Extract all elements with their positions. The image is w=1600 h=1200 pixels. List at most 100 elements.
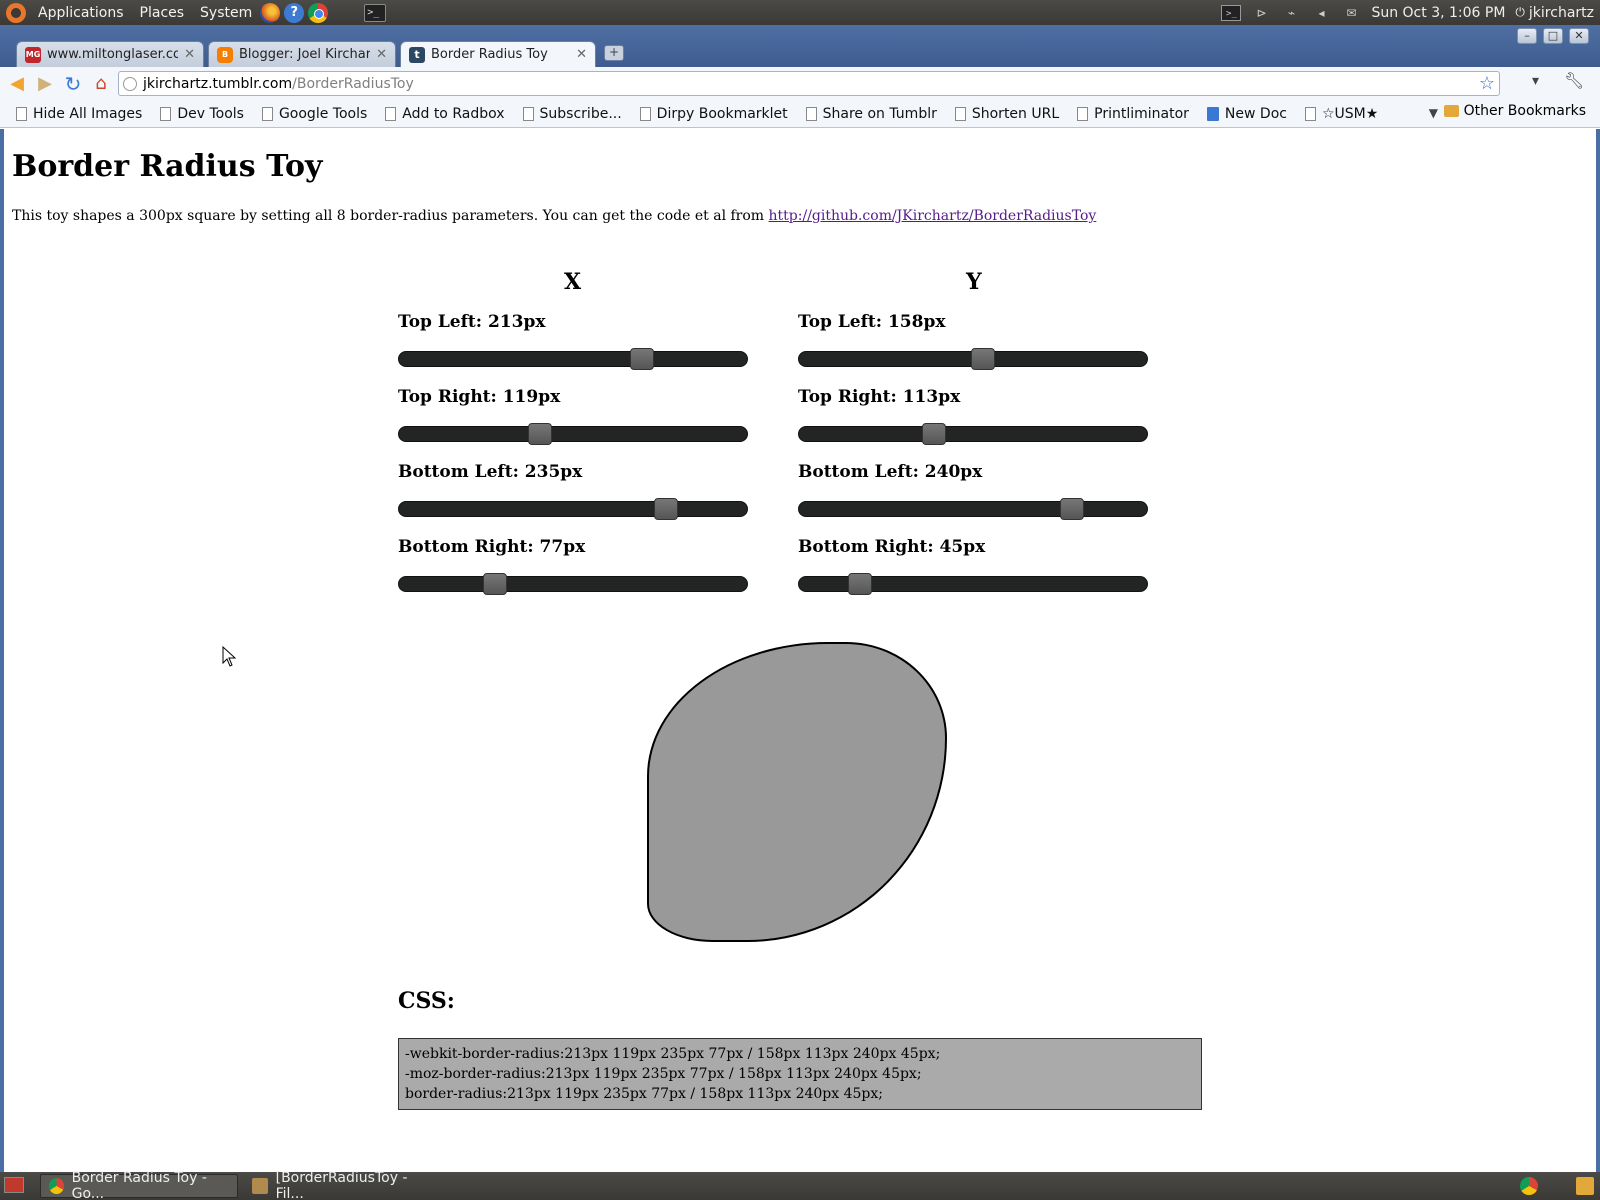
x-bottom-left-label: Bottom Left: 235px [398,462,583,482]
ubuntu-logo-icon[interactable] [6,2,26,23]
volume-icon[interactable]: ◂ [1311,5,1331,21]
y-bottom-left-slider[interactable] [798,498,1148,520]
slider-thumb[interactable] [630,348,655,370]
bottom-panel: Border Radius Toy - Go... [BorderRadiusT… [0,1170,1600,1200]
y-bottom-right-slider[interactable] [798,573,1148,595]
forward-arrow-icon[interactable]: ▶ [34,73,56,95]
slider-thumb[interactable] [528,423,553,445]
bookmark-label: Add to Radbox [402,105,505,122]
network-icon[interactable]: ⌁ [1281,5,1301,21]
y-bottom-left-label: Bottom Left: 240px [798,462,983,482]
minimize-icon[interactable]: – [1517,28,1537,44]
top-panel: Applications Places System ? >_ >_ ⊳ ⌁ ◂… [0,0,1600,25]
tab-blogger[interactable]: B Blogger: Joel Kirchart... ✕ [208,41,396,67]
chrome-workspace-icon[interactable] [1520,1177,1538,1195]
x-top-left-slider[interactable] [398,348,748,370]
x-top-right-label: Top Right: 119px [398,387,561,407]
bookmark-dirpy[interactable]: Dirpy Bookmarklet [639,106,788,122]
bookmarks-overflow-icon[interactable]: ▼ [1429,106,1438,120]
page-icon [261,106,273,121]
y-top-right-slider[interactable] [798,423,1148,445]
x-bottom-left-slider[interactable] [398,498,748,520]
page-icon [805,106,817,121]
terminal-icon[interactable]: >_ [364,3,387,22]
wrench-icon[interactable]: 🔧︎ [1564,71,1584,90]
intro-paragraph: This toy shapes a 300px square by settin… [12,208,1096,224]
power-icon[interactable]: ⏻ [1515,5,1525,20]
bookmark-label: Printliminator [1094,105,1189,122]
blogger-favicon: B [217,46,233,63]
tab-miltonglaser[interactable]: MG www.miltonglaser.co... ✕ [16,41,204,67]
places-menu[interactable]: Places [136,5,189,21]
bookmark-label: Hide All Images [33,105,143,122]
bookmark-dev-tools[interactable]: Dev Tools [160,106,244,122]
slider-thumb[interactable] [921,423,946,445]
chrome-icon[interactable] [308,2,329,23]
x-bottom-right-slider[interactable] [398,573,748,595]
bookmark-usm[interactable]: ☆USM★ [1304,106,1378,122]
tab-title: Blogger: Joel Kirchart... [239,47,371,62]
x-column-heading: X [564,269,582,295]
bookmark-share-on-tumblr[interactable]: Share on Tumblr [805,105,937,122]
firefox-icon[interactable] [260,2,281,23]
bookmark-label: Share on Tumblr [822,105,937,122]
maximize-icon[interactable]: □ [1543,28,1563,44]
bookmark-new-doc[interactable]: New Doc [1206,106,1287,122]
close-tab-icon[interactable]: ✕ [576,47,587,62]
x-top-left-label: Top Left: 213px [398,312,546,332]
bookmark-subscribe[interactable]: Subscribe... [522,106,622,122]
page-menu-icon[interactable]: ▾ [1532,73,1539,89]
bookmark-star-icon[interactable]: ☆ [1479,73,1495,94]
close-tab-icon[interactable]: ✕ [376,47,387,62]
bookmark-printliminator[interactable]: Printliminator [1077,106,1189,122]
applications-menu[interactable]: Applications [34,5,128,21]
bookmark-google-tools[interactable]: Google Tools [261,106,367,122]
css-heading: CSS: [398,988,455,1014]
close-tab-icon[interactable]: ✕ [184,47,195,62]
site-info-icon[interactable] [123,76,137,91]
css-output[interactable]: -webkit-border-radius:213px 119px 235px … [398,1038,1202,1110]
bookmark-shorten-url[interactable]: Shorten URL [954,105,1060,122]
mouse-pointer-icon [222,646,237,667]
slider-thumb[interactable] [482,573,507,595]
slider-thumb[interactable] [654,498,679,520]
y-top-left-slider[interactable] [798,348,1148,370]
task-label: [BorderRadiusToy - Fil... [275,1170,408,1200]
show-desktop-icon[interactable] [4,1177,24,1193]
address-path: /BorderRadiusToy [292,75,414,92]
page-icon [385,106,397,121]
terminal-tray-icon[interactable]: >_ [1221,4,1242,21]
back-arrow-icon[interactable]: ◀ [6,73,28,95]
folder-icon [252,1178,268,1194]
other-bookmarks-label: Other Bookmarks [1463,103,1586,119]
help-icon[interactable]: ? [284,2,305,23]
bookmark-add-to-radbox[interactable]: Add to Radbox [385,105,505,122]
taskbar-file-browser-window[interactable]: [BorderRadiusToy - Fil... [244,1170,444,1200]
address-bar[interactable]: jkirchartz.tumblr.com/BorderRadiusToy ☆ [118,71,1500,96]
mail-icon[interactable]: ✉ [1341,5,1361,21]
new-tab-button[interactable]: + [604,45,624,61]
slider-thumb[interactable] [1059,498,1084,520]
css-line-moz: -moz-border-radius:213px 119px 235px 77p… [405,1066,922,1082]
home-icon[interactable]: ⌂ [90,73,112,95]
tab-border-radius-toy[interactable]: t Border Radius Toy ✕ [400,41,596,67]
bookmark-hide-all-images[interactable]: Hide All Images [16,106,142,122]
other-bookmarks[interactable]: Other Bookmarks [1443,103,1586,119]
page-icon [160,106,172,121]
screenshot-tray-icon[interactable]: ⊳ [1251,5,1271,21]
slider-thumb[interactable] [970,348,995,370]
bookmark-label: Shorten URL [971,105,1060,122]
page-icon [1304,106,1316,121]
close-window-icon[interactable]: ✕ [1569,28,1589,44]
x-top-right-slider[interactable] [398,423,748,445]
slider-thumb[interactable] [847,573,872,595]
page-icon [522,106,534,121]
user-name[interactable]: jkirchartz [1529,5,1594,21]
bookmarks-bar: Hide All Images Dev Tools Google Tools A… [0,100,1600,128]
taskbar-chrome-window[interactable]: Border Radius Toy - Go... [40,1170,238,1200]
github-link[interactable]: http://github.com/JKirchartz/BorderRadiu… [769,208,1097,224]
reload-icon[interactable]: ↻ [62,73,84,95]
trash-icon[interactable] [1576,1177,1594,1195]
clock[interactable]: Sun Oct 3, 1:06 PM [1371,5,1505,21]
system-menu[interactable]: System [196,5,256,21]
